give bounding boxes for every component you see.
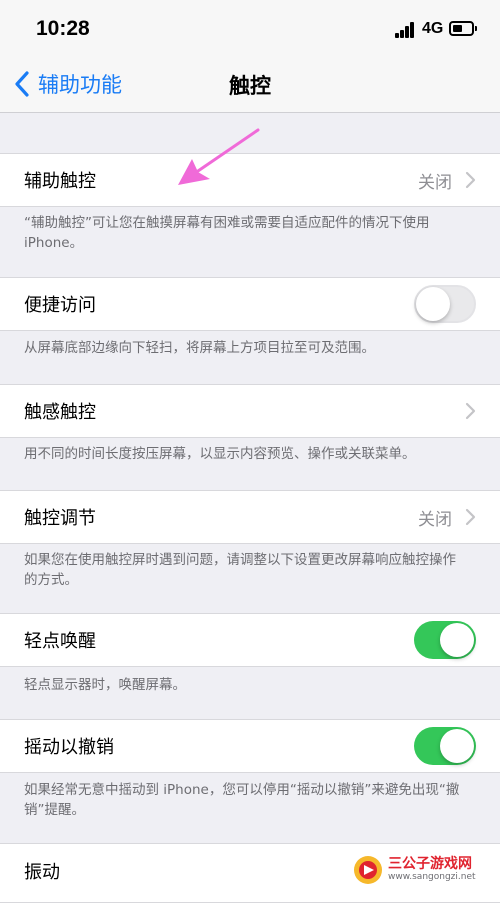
reachability-toggle[interactable] <box>414 285 476 323</box>
network-type: 4G <box>422 20 444 37</box>
vibration-label: 振动 <box>24 862 60 883</box>
assistive-touch-footer: “辅助触控”可让您在触摸屏幕有困难或需要自适应配件的情况下使用 iPhone。 <box>24 215 430 251</box>
navigation-bar: 辅助功能 触控 <box>0 58 500 113</box>
touch-accommodations-row[interactable]: 触控调节 关闭 <box>0 490 500 544</box>
shake-to-undo-label: 摇动以撤销 <box>24 737 114 758</box>
shake-to-undo-footer: 如果经常无意中摇动到 iPhone，您可以停用“摇动以撤销”来避免出现“撤销”提… <box>24 782 460 818</box>
touch-accommodations-footer: 如果您在使用触控屏时遇到问题，请调整以下设置更改屏幕响应触控操作的方式。 <box>24 552 456 588</box>
toggle-knob <box>440 729 474 763</box>
touch-accommodations-value: 关闭 <box>418 509 452 530</box>
watermark-name: 三公子游戏网 <box>388 856 472 872</box>
reachability-label: 便捷访问 <box>24 295 96 316</box>
tap-to-wake-toggle[interactable] <box>414 621 476 659</box>
chevron-right-icon <box>465 402 476 420</box>
page-title: 触控 <box>229 74 271 98</box>
shake-to-undo-row: 摇动以撤销 <box>0 719 500 773</box>
toggle-knob <box>440 623 474 657</box>
signal-icon <box>395 22 415 38</box>
haptic-touch-label: 触感触控 <box>24 402 96 423</box>
haptic-touch-footer: 用不同的时间长度按压屏幕，以显示内容预览、操作或关联菜单。 <box>24 446 416 462</box>
status-bar: 10:28 4G <box>0 0 500 58</box>
assistive-touch-label: 辅助触控 <box>24 171 96 192</box>
watermark-url: www.sangongzi.net <box>388 872 476 882</box>
toggle-knob <box>416 287 450 321</box>
tap-to-wake-footer: 轻点显示器时，唤醒屏幕。 <box>24 677 186 693</box>
touch-accommodations-label: 触控调节 <box>24 508 96 529</box>
reachability-footer: 从屏幕底部边缘向下轻扫，将屏幕上方项目拉至可及范围。 <box>24 340 375 356</box>
tap-to-wake-label: 轻点唤醒 <box>24 631 96 652</box>
watermark: 三公子游戏网 www.sangongzi.net <box>352 850 500 889</box>
reachability-row: 便捷访问 <box>0 277 500 331</box>
shake-to-undo-toggle[interactable] <box>414 727 476 765</box>
chevron-right-icon <box>465 171 476 189</box>
status-time: 10:28 <box>36 17 90 40</box>
assistive-touch-value: 关闭 <box>418 172 452 193</box>
chevron-right-icon <box>465 508 476 526</box>
haptic-touch-row[interactable]: 触感触控 <box>0 384 500 438</box>
battery-icon <box>449 21 477 36</box>
watermark-logo-icon <box>354 855 382 884</box>
annotation-arrow-icon <box>178 128 260 185</box>
tap-to-wake-row: 轻点唤醒 <box>0 613 500 667</box>
